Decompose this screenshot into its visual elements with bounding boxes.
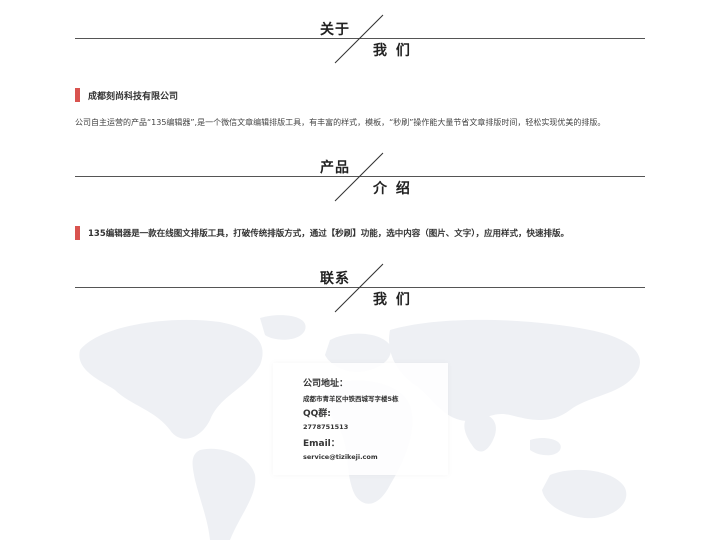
product-heading: 产品 介 绍 xyxy=(75,152,645,213)
heading-top-text: 关于 xyxy=(320,22,350,38)
about-heading: 关于 我 们 xyxy=(75,14,645,75)
company-name: 成都刻尚科技有限公司 xyxy=(88,92,179,102)
address-value: 成都市青羊区中铁西城写字楼5栋 xyxy=(303,395,399,403)
email-link[interactable]: service@tizikeji.com xyxy=(303,453,378,461)
qq-value[interactable]: 2778751513 xyxy=(303,423,348,431)
address-label: 公司地址： xyxy=(303,379,349,389)
heading-bottom-text: 介 绍 xyxy=(373,181,412,197)
product-description: 135编辑器是一款在线图文排版工具，打破传统排版方式，通过【秒刷】功能，选中内容… xyxy=(88,229,569,239)
accent-marker xyxy=(75,226,80,240)
qq-label: QQ群: xyxy=(303,409,331,419)
about-description: 公司自主运营的产品“135编辑器”,是一个微信文章编辑排版工具，有丰富的样式，模… xyxy=(75,118,606,127)
heading-top-text: 产品 xyxy=(320,160,350,176)
contact-card: 公司地址： 成都市青羊区中铁西城写字楼5栋 QQ群: 2778751513 Em… xyxy=(273,363,448,475)
heading-bottom-text: 我 们 xyxy=(373,43,412,59)
email-label: Email： xyxy=(303,439,340,449)
heading-bottom-text: 我 们 xyxy=(373,292,412,308)
heading-top-text: 联系 xyxy=(320,271,350,287)
accent-marker xyxy=(75,88,80,102)
